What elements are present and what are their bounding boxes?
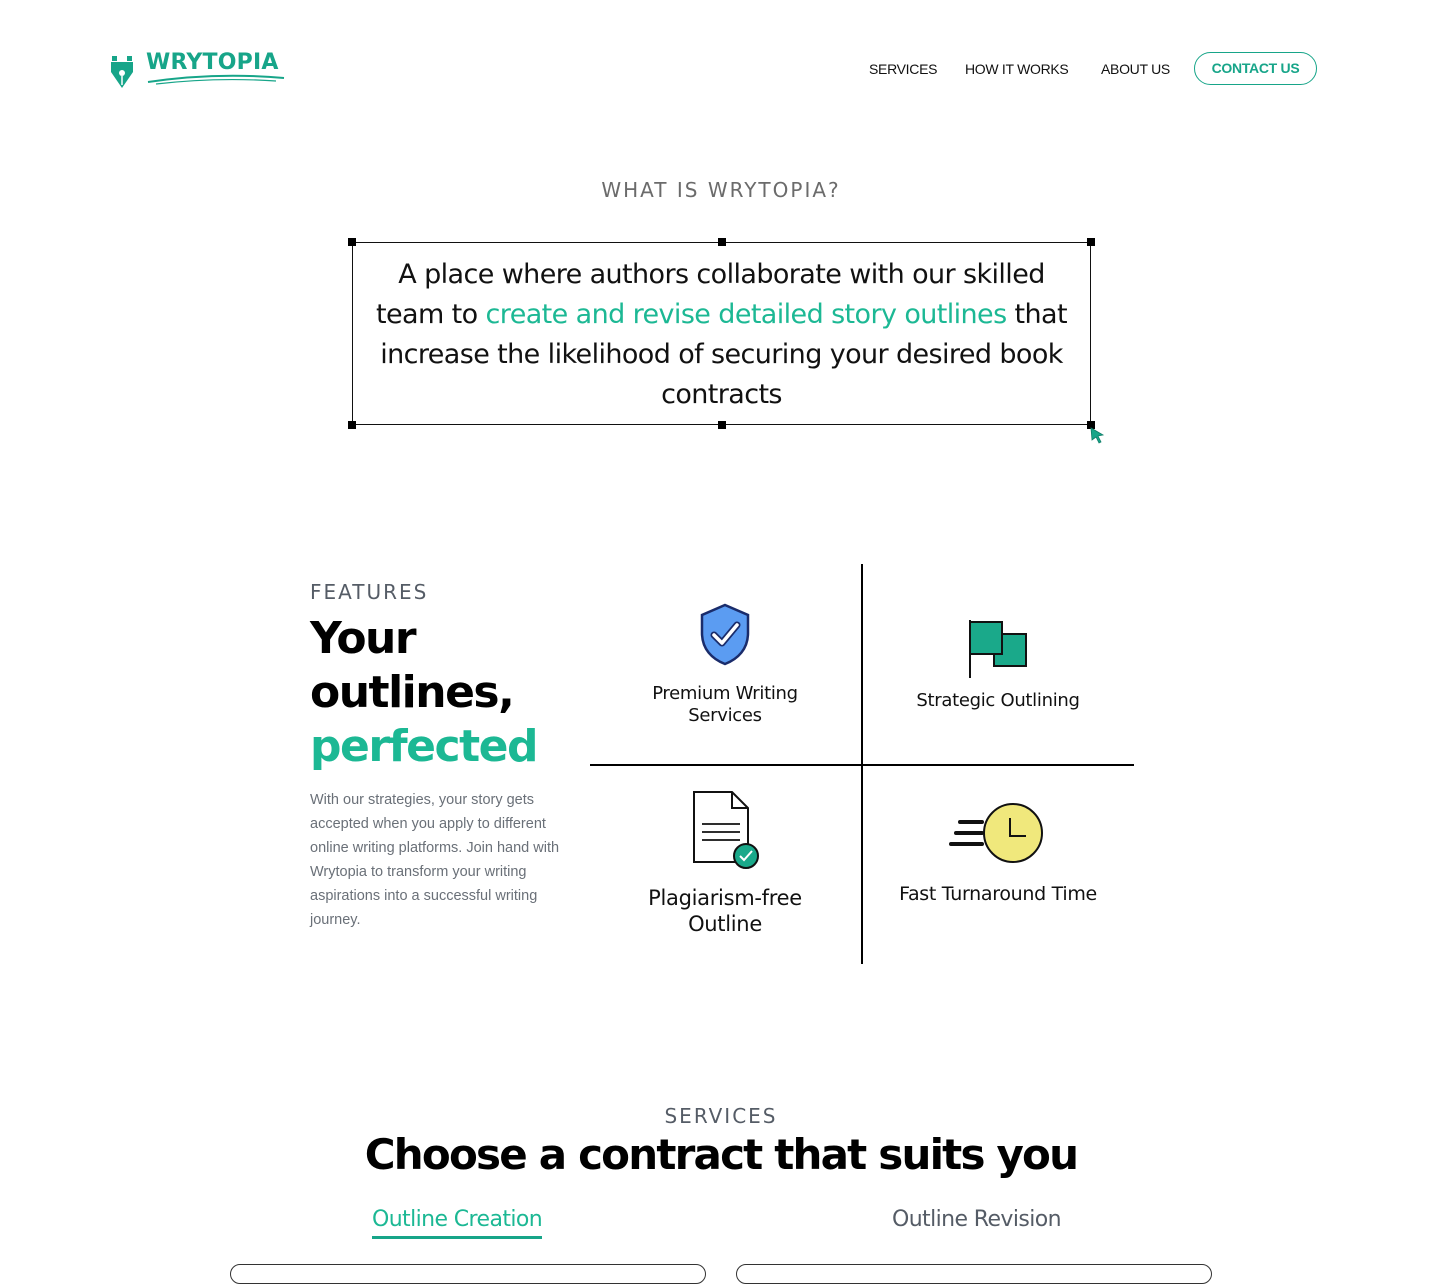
about-heading: WHAT IS WRYTOPIA? xyxy=(601,178,841,202)
feature-fast-turnaround: Fast Turnaround Time xyxy=(899,883,1097,905)
features-title-highlight: perfected xyxy=(310,721,538,772)
selection-handle xyxy=(1087,238,1095,246)
selection-handle xyxy=(718,238,726,246)
features-label: FEATURES xyxy=(310,580,429,604)
features-title-line: outlines, xyxy=(310,667,515,718)
pricing-card xyxy=(736,1264,1212,1284)
feature-plagiarism-free: Plagiarism-free Outline xyxy=(648,886,802,936)
nav-about-us[interactable]: ABOUT US xyxy=(1101,61,1170,77)
mission-statement-box: A place where authors collaborate with o… xyxy=(348,238,1095,429)
brand-wordmark: WRYTOPIA xyxy=(146,50,279,75)
shield-check-icon xyxy=(700,603,750,666)
selection-handle xyxy=(348,238,356,246)
feature-strategic-outlining: Strategic Outlining xyxy=(916,690,1080,711)
feature-grid-divider xyxy=(590,764,1134,766)
features-title: Your outlines, perfected xyxy=(310,612,580,774)
contact-us-button[interactable]: CONTACT US xyxy=(1194,52,1317,85)
fast-clock-icon xyxy=(949,803,1043,863)
features-description: With our strategies, your story gets acc… xyxy=(310,792,560,928)
brand-logo[interactable]: WRYTOPIA xyxy=(106,46,286,92)
nav-how-it-works[interactable]: HOW IT WORKS xyxy=(965,61,1069,77)
selection-handle xyxy=(718,421,726,429)
wordmark-underline-swoosh xyxy=(147,74,285,85)
pricing-card xyxy=(230,1264,706,1284)
services-label: SERVICES xyxy=(664,1104,778,1128)
services-title: Choose a contract that suits you xyxy=(364,1130,1079,1179)
flags-icon xyxy=(969,620,1027,678)
pointer-cursor-icon xyxy=(1090,427,1105,444)
document-check-icon xyxy=(693,791,759,869)
feature-premium-writing: Premium Writing Services xyxy=(652,683,798,726)
mission-text: A place where authors collaborate with o… xyxy=(363,255,1080,415)
pen-nib-logo-icon xyxy=(111,56,133,88)
nav-services[interactable]: SERVICES xyxy=(869,61,937,77)
features-title-line: Your xyxy=(310,613,417,664)
mission-text-highlight: create and revise detailed story outline… xyxy=(485,299,1008,330)
selection-handle xyxy=(348,421,356,429)
tab-outline-revision[interactable]: Outline Revision xyxy=(892,1207,1062,1236)
tab-outline-creation[interactable]: Outline Creation xyxy=(372,1207,543,1239)
